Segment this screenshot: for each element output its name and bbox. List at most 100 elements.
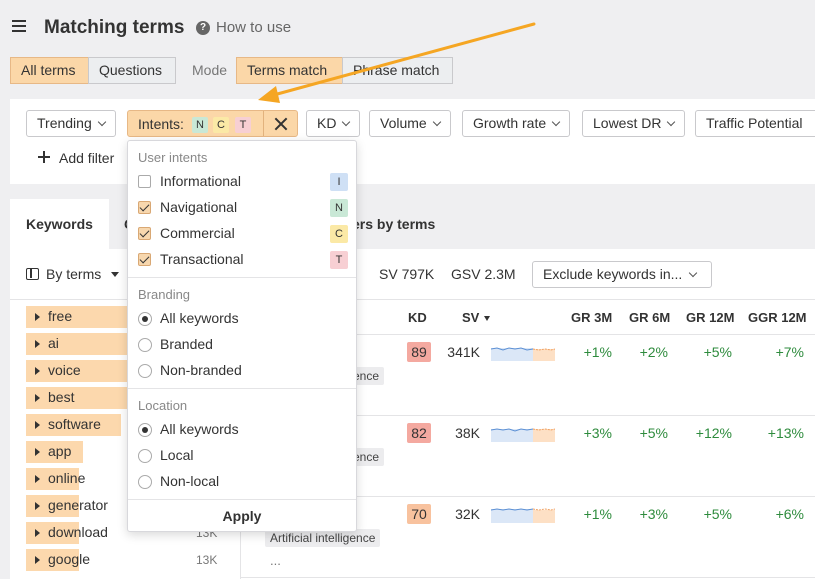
branding-option-all[interactable]: All keywords <box>138 309 348 329</box>
kd-filter[interactable]: KD <box>306 110 361 137</box>
term-name: download <box>48 524 108 540</box>
expand-caret-icon[interactable] <box>35 421 40 429</box>
intents-filter[interactable]: Intents: N C T <box>127 110 298 137</box>
exclude-label: Exclude keywords in... <box>543 266 683 282</box>
gr12m-value: +5% <box>703 344 732 360</box>
more-ellipsis[interactable]: ... <box>270 553 281 568</box>
column-header-gr3m[interactable]: GR 3M <box>571 310 612 325</box>
kd-label: KD <box>317 115 337 131</box>
how-to-use-link[interactable]: How to use <box>216 19 291 36</box>
intent-chip-t: T <box>235 117 251 133</box>
expand-caret-icon[interactable] <box>35 448 40 456</box>
divider <box>241 577 815 578</box>
intent-option-informational[interactable]: Informational I <box>138 172 348 192</box>
intent-chip-i: I <box>330 173 348 191</box>
terms-match-toggle[interactable]: Terms match <box>236 57 343 84</box>
tab-clusters-by-terms[interactable]: ers by terms <box>352 216 435 232</box>
sv-value: 38K <box>455 425 480 441</box>
gsv-total: GSV 2.3M <box>451 266 516 282</box>
checkbox[interactable] <box>138 175 151 188</box>
gr3m-value: +1% <box>583 506 612 522</box>
radio-selected[interactable] <box>138 423 152 437</box>
questions-toggle[interactable]: Questions <box>88 57 176 84</box>
all-terms-toggle[interactable]: All terms <box>10 57 89 84</box>
radio[interactable] <box>138 475 152 489</box>
term-name: google <box>48 551 91 567</box>
add-filter-button[interactable]: Add filter <box>59 150 114 166</box>
expand-caret-icon[interactable] <box>35 394 40 402</box>
traffic-potential-filter[interactable]: Traffic Potential <box>695 110 815 137</box>
kd-badge: 89 <box>407 342 431 362</box>
sv-total: SV 797K <box>379 266 435 282</box>
gr3m-value: +3% <box>583 425 612 441</box>
checkbox-checked[interactable] <box>138 201 151 214</box>
divider <box>263 111 264 136</box>
sparkline-chart <box>491 508 555 523</box>
column-header-gr12m[interactable]: GR 12M <box>686 310 734 325</box>
option-label: All keywords <box>160 421 239 437</box>
radio[interactable] <box>138 338 152 352</box>
expand-caret-icon[interactable] <box>35 556 40 564</box>
user-intents-heading: User intents <box>138 150 208 165</box>
location-heading: Location <box>138 398 188 413</box>
term-row[interactable]: google 13K <box>26 549 217 571</box>
ggr12m-value: +13% <box>767 425 804 441</box>
expand-caret-icon[interactable] <box>35 475 40 483</box>
sparkline-chart <box>491 428 555 442</box>
column-header-kd[interactable]: KD <box>408 310 427 325</box>
lowest-dr-filter[interactable]: Lowest DR <box>582 110 686 137</box>
kd-badge: 70 <box>407 504 431 524</box>
expand-caret-icon[interactable] <box>35 529 40 537</box>
exclude-keywords-button[interactable]: Exclude keywords in... <box>532 261 712 288</box>
tab-keywords-label: Keywords <box>26 216 93 232</box>
volume-filter[interactable]: Volume <box>369 110 451 137</box>
trending-filter[interactable]: Trending <box>26 110 116 137</box>
sv-value: 32K <box>455 506 480 522</box>
expand-caret-icon[interactable] <box>35 502 40 510</box>
intent-option-commercial[interactable]: Commercial C <box>138 224 348 244</box>
column-header-ggr12m[interactable]: GGR 12M <box>748 310 807 325</box>
intents-label: Intents: <box>138 116 184 132</box>
branding-option-branded[interactable]: Branded <box>138 335 348 355</box>
chevron-down-icon <box>667 117 676 127</box>
checkbox-checked[interactable] <box>138 253 151 266</box>
by-terms-dropdown[interactable]: By terms <box>46 266 101 282</box>
term-name: free <box>48 308 73 324</box>
phrase-match-toggle[interactable]: Phrase match <box>342 57 453 84</box>
radio[interactable] <box>138 449 152 463</box>
intent-chip-n: N <box>192 117 208 133</box>
branding-option-non-branded[interactable]: Non-branded <box>138 361 348 381</box>
sort-desc-icon <box>484 316 490 321</box>
expand-caret-icon[interactable] <box>35 340 40 348</box>
option-label: Non-local <box>160 473 220 489</box>
close-icon[interactable] <box>271 114 291 134</box>
help-icon[interactable]: ? <box>196 21 210 35</box>
term-name: app <box>48 443 72 459</box>
branding-heading: Branding <box>138 287 191 302</box>
growth-rate-label: Growth rate <box>473 115 547 131</box>
location-option-non-local[interactable]: Non-local <box>138 472 348 492</box>
book-icon <box>26 268 39 280</box>
location-option-local[interactable]: Local <box>138 446 348 466</box>
term-name: generator <box>48 497 108 513</box>
expand-caret-icon[interactable] <box>35 313 40 321</box>
radio[interactable] <box>138 364 152 378</box>
intent-option-transactional[interactable]: Transactional T <box>138 250 348 270</box>
expand-caret-icon[interactable] <box>35 367 40 375</box>
menu-icon[interactable] <box>12 20 26 34</box>
traffic-potential-label: Traffic Potential <box>706 115 803 131</box>
column-header-sv[interactable]: SV <box>462 310 479 325</box>
caret-down-icon <box>111 272 119 277</box>
lowest-dr-label: Lowest DR <box>593 115 662 131</box>
divider <box>128 277 356 278</box>
growth-rate-filter[interactable]: Growth rate <box>462 110 571 137</box>
column-header-gr6m[interactable]: GR 6M <box>629 310 670 325</box>
gr12m-value: +12% <box>695 425 732 441</box>
radio-selected[interactable] <box>138 312 152 326</box>
apply-button[interactable]: Apply <box>128 501 356 531</box>
chevron-down-icon <box>551 117 561 127</box>
checkbox-checked[interactable] <box>138 227 151 240</box>
location-option-all[interactable]: All keywords <box>138 420 348 440</box>
tab-keywords[interactable]: Keywords <box>10 199 109 249</box>
intent-option-navigational[interactable]: Navigational N <box>138 198 348 218</box>
